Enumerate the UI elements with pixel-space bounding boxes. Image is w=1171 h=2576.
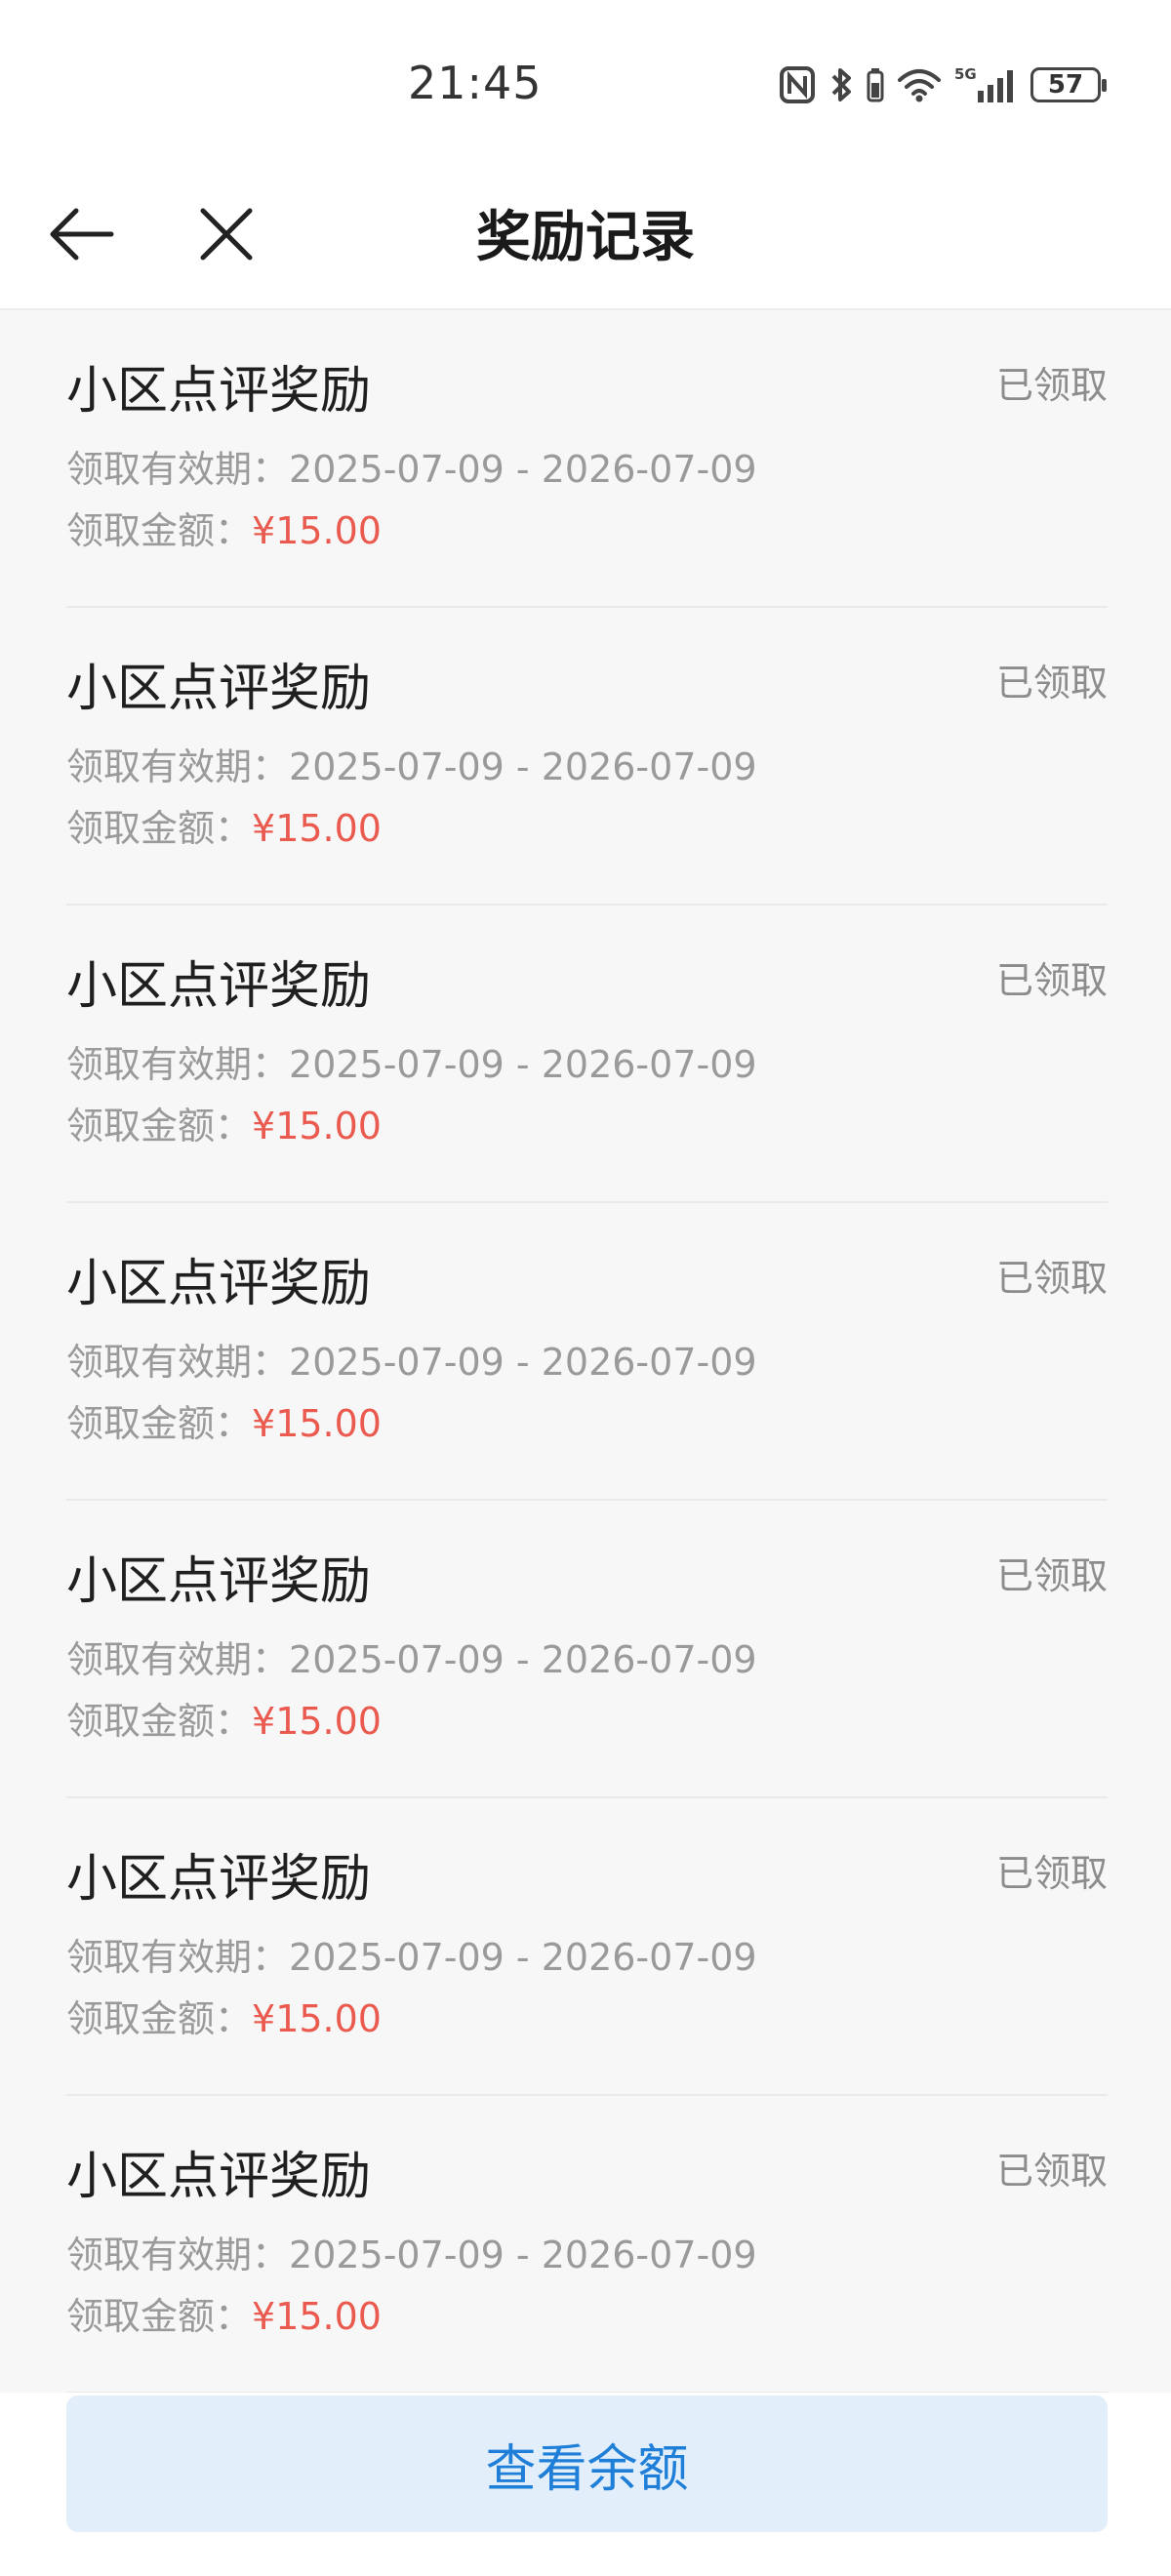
validity-label: 领取有效期：: [66, 745, 290, 788]
record-amount-row: 领取金额：¥15.00: [66, 501, 382, 554]
record-validity: 领取有效期：2025-07-09 - 2026-07-09: [66, 1034, 757, 1088]
validity-label: 领取有效期：: [66, 1638, 290, 1681]
amount-value: ¥15.00: [252, 2295, 382, 2338]
list-item[interactable]: 小区点评奖励 已领取 领取有效期：2025-07-09 - 2026-07-09…: [66, 310, 1108, 608]
amount-label: 领取金额：: [66, 2295, 253, 2338]
amount-value: ¥15.00: [252, 1402, 382, 1445]
page-title: 奖励记录: [476, 206, 695, 269]
nfc-icon: [780, 66, 815, 103]
status-badge: 已领取: [995, 364, 1108, 407]
record-title: 小区点评奖励: [66, 362, 372, 421]
bluetooth-icon: [831, 68, 851, 101]
validity-label: 领取有效期：: [66, 2234, 290, 2276]
list-item[interactable]: 小区点评奖励 已领取 领取有效期：2025-07-09 - 2026-07-09…: [66, 1203, 1108, 1501]
validity-value: 2025-07-09 - 2026-07-09: [289, 1341, 757, 1384]
record-title: 小区点评奖励: [66, 1552, 372, 1611]
validity-value: 2025-07-09 - 2026-07-09: [289, 1043, 757, 1086]
amount-value: ¥15.00: [252, 509, 382, 552]
validity-value: 2025-07-09 - 2026-07-09: [289, 448, 757, 491]
amount-value: ¥15.00: [252, 807, 382, 850]
record-title: 小区点评奖励: [66, 957, 372, 1016]
status-bar: 21:45 5G 57: [0, 0, 1171, 166]
validity-label: 领取有效期：: [66, 1936, 290, 1979]
amount-label: 领取金额：: [66, 807, 253, 850]
validity-value: 2025-07-09 - 2026-07-09: [289, 1936, 757, 1979]
record-validity: 领取有效期：2025-07-09 - 2026-07-09: [66, 737, 757, 790]
list-item[interactable]: 小区点评奖励 已领取 领取有效期：2025-07-09 - 2026-07-09…: [66, 1501, 1108, 1798]
amount-value: ¥15.00: [252, 1105, 382, 1147]
amount-value: ¥15.00: [252, 1700, 382, 1743]
validity-label: 领取有效期：: [66, 1341, 290, 1384]
record-validity: 领取有效期：2025-07-09 - 2026-07-09: [66, 1927, 757, 1981]
validity-value: 2025-07-09 - 2026-07-09: [289, 2234, 757, 2276]
amount-label: 领取金额：: [66, 1105, 253, 1147]
reward-record-list: 小区点评奖励 已领取 领取有效期：2025-07-09 - 2026-07-09…: [66, 310, 1108, 2394]
status-time: 21:45: [408, 57, 543, 109]
amount-label: 领取金额：: [66, 1997, 253, 2040]
status-badge: 已领取: [995, 2150, 1108, 2193]
record-title: 小区点评奖励: [66, 1850, 372, 1909]
record-validity: 领取有效期：2025-07-09 - 2026-07-09: [66, 1630, 757, 1683]
network-label: 5G: [954, 65, 977, 83]
battery-small-icon: [867, 68, 884, 102]
record-amount-row: 领取金额：¥15.00: [66, 1989, 382, 2042]
record-amount-row: 领取金额：¥15.00: [66, 1691, 382, 1745]
record-validity: 领取有效期：2025-07-09 - 2026-07-09: [66, 1332, 757, 1386]
list-item[interactable]: 小区点评奖励 已领取 领取有效期：2025-07-09 - 2026-07-09…: [66, 906, 1108, 1203]
record-amount-row: 领取金额：¥15.00: [66, 798, 382, 852]
signal-icon: 5G: [954, 65, 1013, 102]
list-item[interactable]: 小区点评奖励 已领取 领取有效期：2025-07-09 - 2026-07-09…: [66, 2096, 1108, 2394]
status-icons: 5G 57: [779, 60, 1107, 109]
list-item[interactable]: 小区点评奖励 已领取 领取有效期：2025-07-09 - 2026-07-09…: [66, 1798, 1108, 2096]
record-validity: 领取有效期：2025-07-09 - 2026-07-09: [66, 439, 757, 493]
validity-label: 领取有效期：: [66, 1043, 290, 1086]
view-balance-button[interactable]: 查看余额: [66, 2395, 1108, 2532]
status-badge: 已领取: [995, 1257, 1108, 1300]
amount-value: ¥15.00: [252, 1997, 382, 2040]
record-validity: 领取有效期：2025-07-09 - 2026-07-09: [66, 2225, 757, 2278]
nav-bar: 奖励记录: [0, 166, 1171, 310]
status-badge: 已领取: [995, 959, 1108, 1002]
validity-value: 2025-07-09 - 2026-07-09: [289, 745, 757, 788]
status-badge: 已领取: [995, 1554, 1108, 1597]
record-title: 小区点评奖励: [66, 1255, 372, 1313]
status-badge: 已领取: [995, 1852, 1108, 1895]
validity-label: 领取有效期：: [66, 448, 290, 491]
amount-label: 领取金额：: [66, 509, 253, 552]
wifi-icon: [898, 69, 941, 102]
validity-value: 2025-07-09 - 2026-07-09: [289, 1638, 757, 1681]
battery-level: 57: [1047, 70, 1084, 100]
list-item[interactable]: 小区点评奖励 已领取 领取有效期：2025-07-09 - 2026-07-09…: [66, 608, 1108, 906]
battery-icon: 57: [1030, 67, 1107, 102]
status-badge: 已领取: [995, 662, 1108, 704]
record-amount-row: 领取金额：¥15.00: [66, 2286, 382, 2340]
amount-label: 领取金额：: [66, 1700, 253, 1743]
amount-label: 领取金额：: [66, 1402, 253, 1445]
record-amount-row: 领取金额：¥15.00: [66, 1096, 382, 1149]
record-title: 小区点评奖励: [66, 2148, 372, 2206]
record-title: 小区点评奖励: [66, 660, 372, 718]
record-amount-row: 领取金额：¥15.00: [66, 1393, 382, 1447]
